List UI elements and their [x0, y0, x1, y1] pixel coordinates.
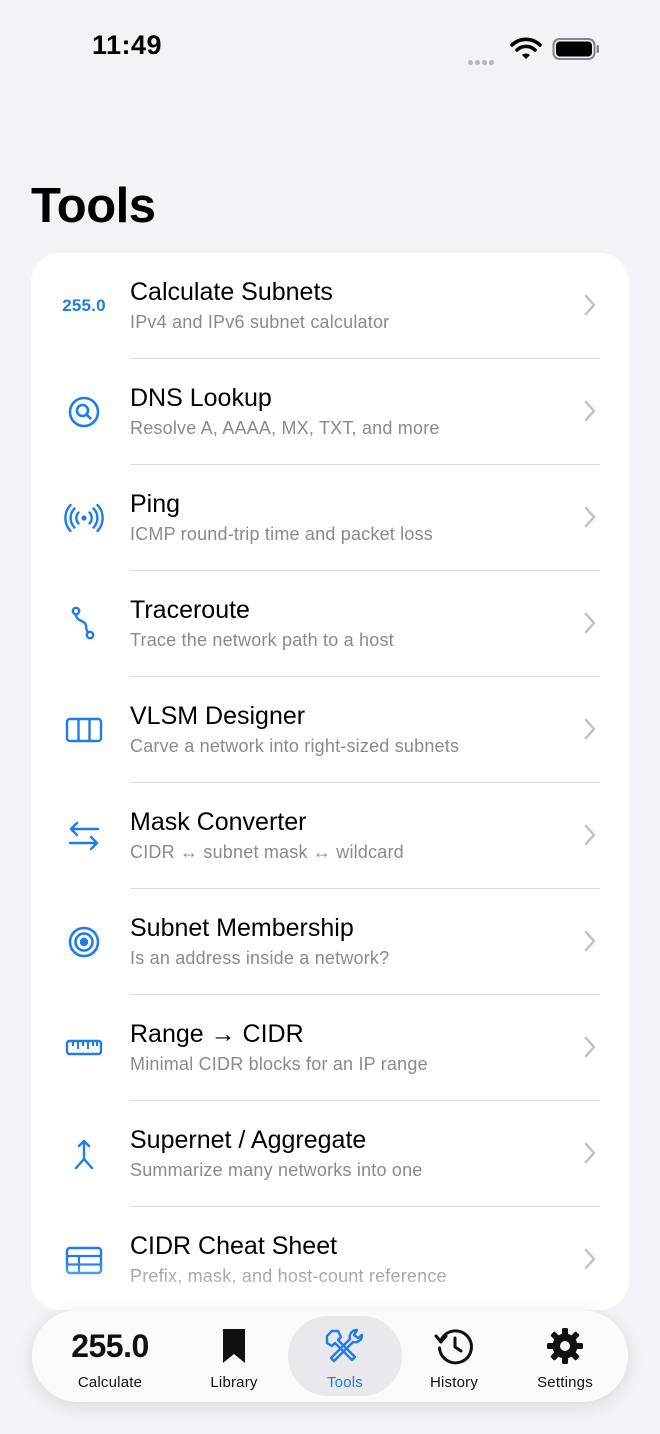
chevron-right-icon — [584, 824, 596, 846]
target-icon — [53, 921, 115, 963]
tab-settings[interactable]: Settings — [512, 1316, 618, 1396]
row-title: Mask Converter — [130, 808, 307, 836]
route-path-icon — [53, 603, 115, 645]
row-subtitle: Is an address inside a network? — [130, 948, 390, 968]
subnet-number-icon: 255.0 — [71, 1328, 149, 1364]
row-subtitle: Minimal CIDR blocks for an IP range — [130, 1054, 428, 1074]
chevron-right-icon — [584, 1036, 596, 1058]
chevron-right-icon — [584, 294, 596, 316]
chevron-right-icon — [584, 1142, 596, 1164]
bookmark-icon — [223, 1329, 245, 1363]
row-subtitle: IPv4 and IPv6 subnet calculator — [130, 312, 390, 332]
battery-icon — [552, 38, 599, 60]
row-title: CIDR Cheat Sheet — [130, 1232, 338, 1260]
tab-history[interactable]: History — [402, 1316, 506, 1396]
row-subtitle: CIDR ↔ subnet mask ↔ wildcard — [130, 842, 404, 862]
tab-calculate[interactable]: 255.0 Calculate — [50, 1316, 170, 1396]
tab-label: History — [429, 1374, 479, 1391]
status-bar: 11:49 — [0, 0, 660, 100]
row-title: Subnet Membership — [130, 914, 354, 942]
tab-library[interactable]: Library — [180, 1316, 288, 1396]
gear-icon — [547, 1328, 583, 1364]
tool-row-subnet-membership[interactable]: Subnet Membership Is an address inside a… — [31, 889, 629, 995]
row-title: VLSM Designer — [130, 702, 306, 730]
row-subtitle: Prefix, mask, and host-count reference — [130, 1266, 447, 1286]
row-subtitle: Resolve A, AAAA, MX, TXT, and more — [130, 418, 440, 438]
chevron-right-icon — [584, 400, 596, 422]
tool-row-cidr-cheat-sheet[interactable]: CIDR Cheat Sheet Prefix, mask, and host-… — [31, 1207, 629, 1310]
tool-row-vlsm-designer[interactable]: VLSM Designer Carve a network into right… — [31, 677, 629, 783]
tab-bar: 255.0 Calculate Library Tools History Se… — [32, 1310, 628, 1402]
row-title: Range → CIDR — [130, 1020, 304, 1048]
row-title: Calculate Subnets — [130, 278, 333, 306]
tool-row-mask-converter[interactable]: Mask Converter CIDR ↔ subnet mask ↔ wild… — [31, 783, 629, 889]
tools-list: 255.0 Calculate Subnets IPv4 and IPv6 su… — [31, 253, 629, 1310]
status-time: 11:49 — [92, 30, 163, 60]
row-title: DNS Lookup — [130, 384, 272, 412]
page-title: Tools — [31, 179, 156, 233]
chevron-right-icon — [584, 612, 596, 634]
magnifier-circle-icon — [53, 391, 115, 433]
tab-label: Tools — [326, 1374, 364, 1391]
tab-label: Calculate — [77, 1374, 143, 1391]
row-title: Ping — [130, 490, 181, 518]
chevron-right-icon — [584, 1248, 596, 1270]
merge-arrow-icon — [53, 1133, 115, 1175]
tool-row-range-to-cidr[interactable]: Range → CIDR Minimal CIDR blocks for an … — [31, 995, 629, 1101]
history-clock-icon — [434, 1329, 473, 1365]
chevron-right-icon — [584, 930, 596, 952]
tool-row-dns-lookup[interactable]: DNS Lookup Resolve A, AAAA, MX, TXT, and… — [31, 359, 629, 465]
tab-label: Library — [210, 1374, 258, 1391]
tool-row-calculate-subnets[interactable]: 255.0 Calculate Subnets IPv4 and IPv6 su… — [31, 253, 629, 359]
row-subtitle: Summarize many networks into one — [130, 1160, 423, 1180]
row-subtitle: Trace the network path to a host — [130, 630, 394, 650]
cellular-signal-icon — [468, 52, 496, 70]
tools-icon — [325, 1328, 364, 1363]
tool-row-ping[interactable]: Ping ICMP round-trip time and packet los… — [31, 465, 629, 571]
tab-label: Settings — [537, 1374, 593, 1391]
row-subtitle: ICMP round-trip time and packet loss — [130, 524, 433, 544]
row-subtitle: Carve a network into right-sized subnets — [130, 736, 460, 756]
tool-row-supernet-aggregate[interactable]: Supernet / Aggregate Summarize many netw… — [31, 1101, 629, 1207]
broadcast-waves-icon — [53, 497, 115, 539]
row-title: Supernet / Aggregate — [130, 1126, 367, 1154]
swap-arrows-icon — [53, 815, 115, 857]
tab-tools[interactable]: Tools — [288, 1316, 402, 1396]
chevron-right-icon — [584, 718, 596, 740]
wifi-icon — [510, 37, 542, 59]
subnet-number-icon: 255.0 — [53, 285, 115, 327]
subnet-number-icon-text: 255.0 — [62, 296, 106, 315]
table-icon — [53, 1239, 115, 1281]
columns-icon — [53, 709, 115, 751]
tool-row-traceroute[interactable]: Traceroute Trace the network path to a h… — [31, 571, 629, 677]
row-title: Traceroute — [130, 596, 250, 624]
ruler-icon — [53, 1027, 115, 1069]
chevron-right-icon — [584, 506, 596, 528]
